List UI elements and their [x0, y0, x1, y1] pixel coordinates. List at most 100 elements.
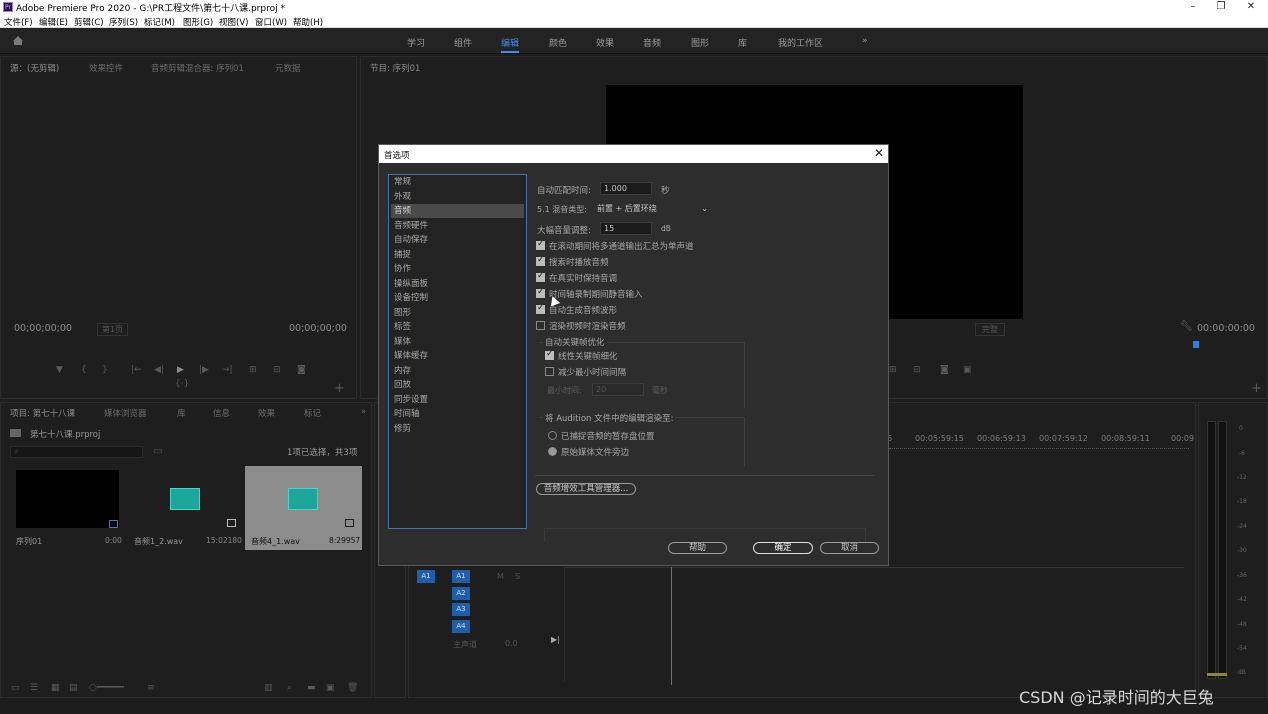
- workspace-audio[interactable]: 音频: [643, 36, 661, 49]
- audition-radio[interactable]: [548, 447, 557, 456]
- go-to-end-icon[interactable]: ▶|: [551, 635, 560, 644]
- menu-graphics[interactable]: 图形(G): [183, 16, 213, 28]
- tab-media-browser[interactable]: 媒体浏览器: [104, 407, 147, 419]
- category-audio-hardware[interactable]: 音频硬件: [391, 219, 524, 233]
- category-sync-settings[interactable]: 同步设置: [391, 393, 524, 407]
- tab-libraries[interactable]: 库: [177, 407, 186, 419]
- audio-plugin-manager-button[interactable]: 音频增效工具管理器...: [536, 483, 636, 495]
- category-control-surface[interactable]: 操纵面板: [391, 277, 524, 291]
- category-auto-save[interactable]: 自动保存: [391, 233, 524, 247]
- icon-view-icon[interactable]: ▦: [51, 683, 60, 693]
- project-item[interactable]: 序列01 0:00: [12, 466, 124, 550]
- category-audio[interactable]: 音频: [391, 204, 524, 218]
- category-trim[interactable]: 修剪: [391, 422, 524, 436]
- mute-button[interactable]: M: [497, 572, 504, 581]
- zoom-slider[interactable]: ○━━━━━: [89, 683, 124, 693]
- find-icon[interactable]: ⌕: [287, 683, 292, 693]
- new-item-icon[interactable]: ▣: [326, 683, 335, 693]
- tab-info[interactable]: 信息: [213, 407, 230, 419]
- min-time-input[interactable]: 20: [592, 383, 644, 396]
- go-to-in-icon[interactable]: |←: [131, 365, 142, 375]
- tab-markers[interactable]: 标记: [304, 407, 321, 419]
- drag-icon[interactable]: {·}: [175, 379, 189, 389]
- menu-sequence[interactable]: 序列(S): [109, 16, 138, 28]
- category-playback[interactable]: 回放: [391, 378, 524, 392]
- workspace-more-icon[interactable]: »: [862, 36, 868, 46]
- minimize-icon[interactable]: –: [1181, 0, 1205, 14]
- wrench-icon[interactable]: 🔧︎: [1180, 321, 1193, 332]
- playhead-marker[interactable]: [1193, 341, 1199, 348]
- menu-clip[interactable]: 剪辑(C): [74, 16, 104, 28]
- time-ruler[interactable]: [889, 445, 1189, 449]
- lock-icon[interactable]: ▭: [11, 683, 20, 693]
- category-general[interactable]: 常规: [391, 175, 524, 189]
- project-search-input[interactable]: ⌕: [10, 446, 143, 458]
- add-button-icon[interactable]: +: [334, 381, 345, 396]
- export-frame-icon[interactable]: ◙: [297, 365, 306, 375]
- project-item-selected[interactable]: 音频4_1.wav 8:29957: [245, 466, 362, 550]
- master-value[interactable]: 0.0: [505, 639, 518, 648]
- program-fit-select[interactable]: 完整: [975, 323, 1005, 336]
- category-media-cache[interactable]: 媒体缓存: [391, 349, 524, 363]
- source-timecode[interactable]: 00;00;00;00: [14, 323, 72, 334]
- insert-icon[interactable]: ⊞: [249, 365, 257, 375]
- help-button[interactable]: 帮助: [668, 542, 727, 554]
- workspace-libraries[interactable]: 库: [738, 36, 747, 49]
- mix-type-select[interactable]: 前置 + 后置环绕 ⌄: [593, 202, 713, 215]
- tab-effect-controls[interactable]: 效果控件: [89, 62, 123, 74]
- option-checkbox[interactable]: [536, 303, 545, 314]
- list-view-icon[interactable]: ☰: [30, 683, 38, 693]
- project-item[interactable]: 音频1_2.wav 15:02180: [128, 466, 244, 550]
- tab-effects[interactable]: 效果: [258, 407, 275, 419]
- category-graphics[interactable]: 图形: [391, 306, 524, 320]
- workspace-editing[interactable]: 编辑: [501, 36, 520, 53]
- compare-icon[interactable]: ▣: [963, 365, 972, 375]
- go-to-out-icon[interactable]: →|: [222, 365, 233, 375]
- category-labels[interactable]: 标签: [391, 320, 524, 334]
- play-icon[interactable]: ▶: [177, 365, 184, 375]
- program-timecode[interactable]: 00:00:00:00: [1197, 323, 1255, 334]
- add-marker-icon[interactable]: ▼: [56, 365, 63, 375]
- track-a1[interactable]: A1: [452, 570, 470, 583]
- keyframe-option-checkbox[interactable]: [545, 367, 554, 376]
- source-track-a1[interactable]: A1: [417, 570, 435, 583]
- mark-out-icon[interactable]: }: [102, 365, 108, 375]
- menu-edit[interactable]: 编辑(E): [39, 16, 68, 28]
- workspace-learn[interactable]: 学习: [407, 36, 425, 49]
- cancel-button[interactable]: 取消: [820, 542, 879, 554]
- tab-metadata[interactable]: 元数据: [275, 62, 301, 74]
- track-a2[interactable]: A2: [452, 587, 470, 600]
- playhead-line[interactable]: [671, 567, 672, 685]
- camera-icon[interactable]: ◙: [940, 365, 949, 375]
- workspace-custom[interactable]: 我的工作区: [778, 36, 823, 49]
- option-checkbox[interactable]: [536, 321, 545, 330]
- step-forward-icon[interactable]: |▶: [199, 365, 209, 375]
- tab-project[interactable]: 项目: 第七十八课: [10, 407, 75, 419]
- track-a3[interactable]: A3: [452, 603, 470, 616]
- menu-window[interactable]: 窗口(W): [255, 16, 287, 28]
- dialog-close-icon[interactable]: ✕: [874, 146, 884, 160]
- category-appearance[interactable]: 外观: [391, 190, 524, 204]
- sort-icon[interactable]: ≡: [147, 683, 155, 693]
- option-checkbox[interactable]: [536, 255, 545, 266]
- source-page-select[interactable]: 第1页: [97, 323, 129, 336]
- category-device-control[interactable]: 设备控制: [391, 291, 524, 305]
- audition-radio[interactable]: [548, 431, 557, 440]
- tab-source[interactable]: 源：(无剪辑): [10, 62, 59, 74]
- category-media[interactable]: 媒体: [391, 335, 524, 349]
- option-checkbox[interactable]: [536, 239, 545, 250]
- mark-in-icon[interactable]: {: [81, 365, 87, 375]
- bin-icon[interactable]: ▭: [153, 446, 162, 457]
- home-icon[interactable]: [12, 35, 24, 46]
- workspace-assembly[interactable]: 组件: [454, 36, 472, 49]
- workspace-effects[interactable]: 效果: [596, 36, 614, 49]
- extract-icon[interactable]: ⊟: [913, 365, 921, 375]
- delete-icon[interactable]: 🗑︎: [347, 683, 358, 693]
- overwrite-icon[interactable]: ⊟: [273, 365, 281, 375]
- tab-program[interactable]: 节目: 序列01: [370, 62, 420, 74]
- new-bin-icon[interactable]: ▬: [307, 683, 316, 693]
- workspace-graphics[interactable]: 图形: [691, 36, 709, 49]
- option-checkbox[interactable]: [536, 287, 545, 298]
- option-checkbox[interactable]: [536, 271, 545, 282]
- menu-view[interactable]: 视图(V): [219, 16, 248, 28]
